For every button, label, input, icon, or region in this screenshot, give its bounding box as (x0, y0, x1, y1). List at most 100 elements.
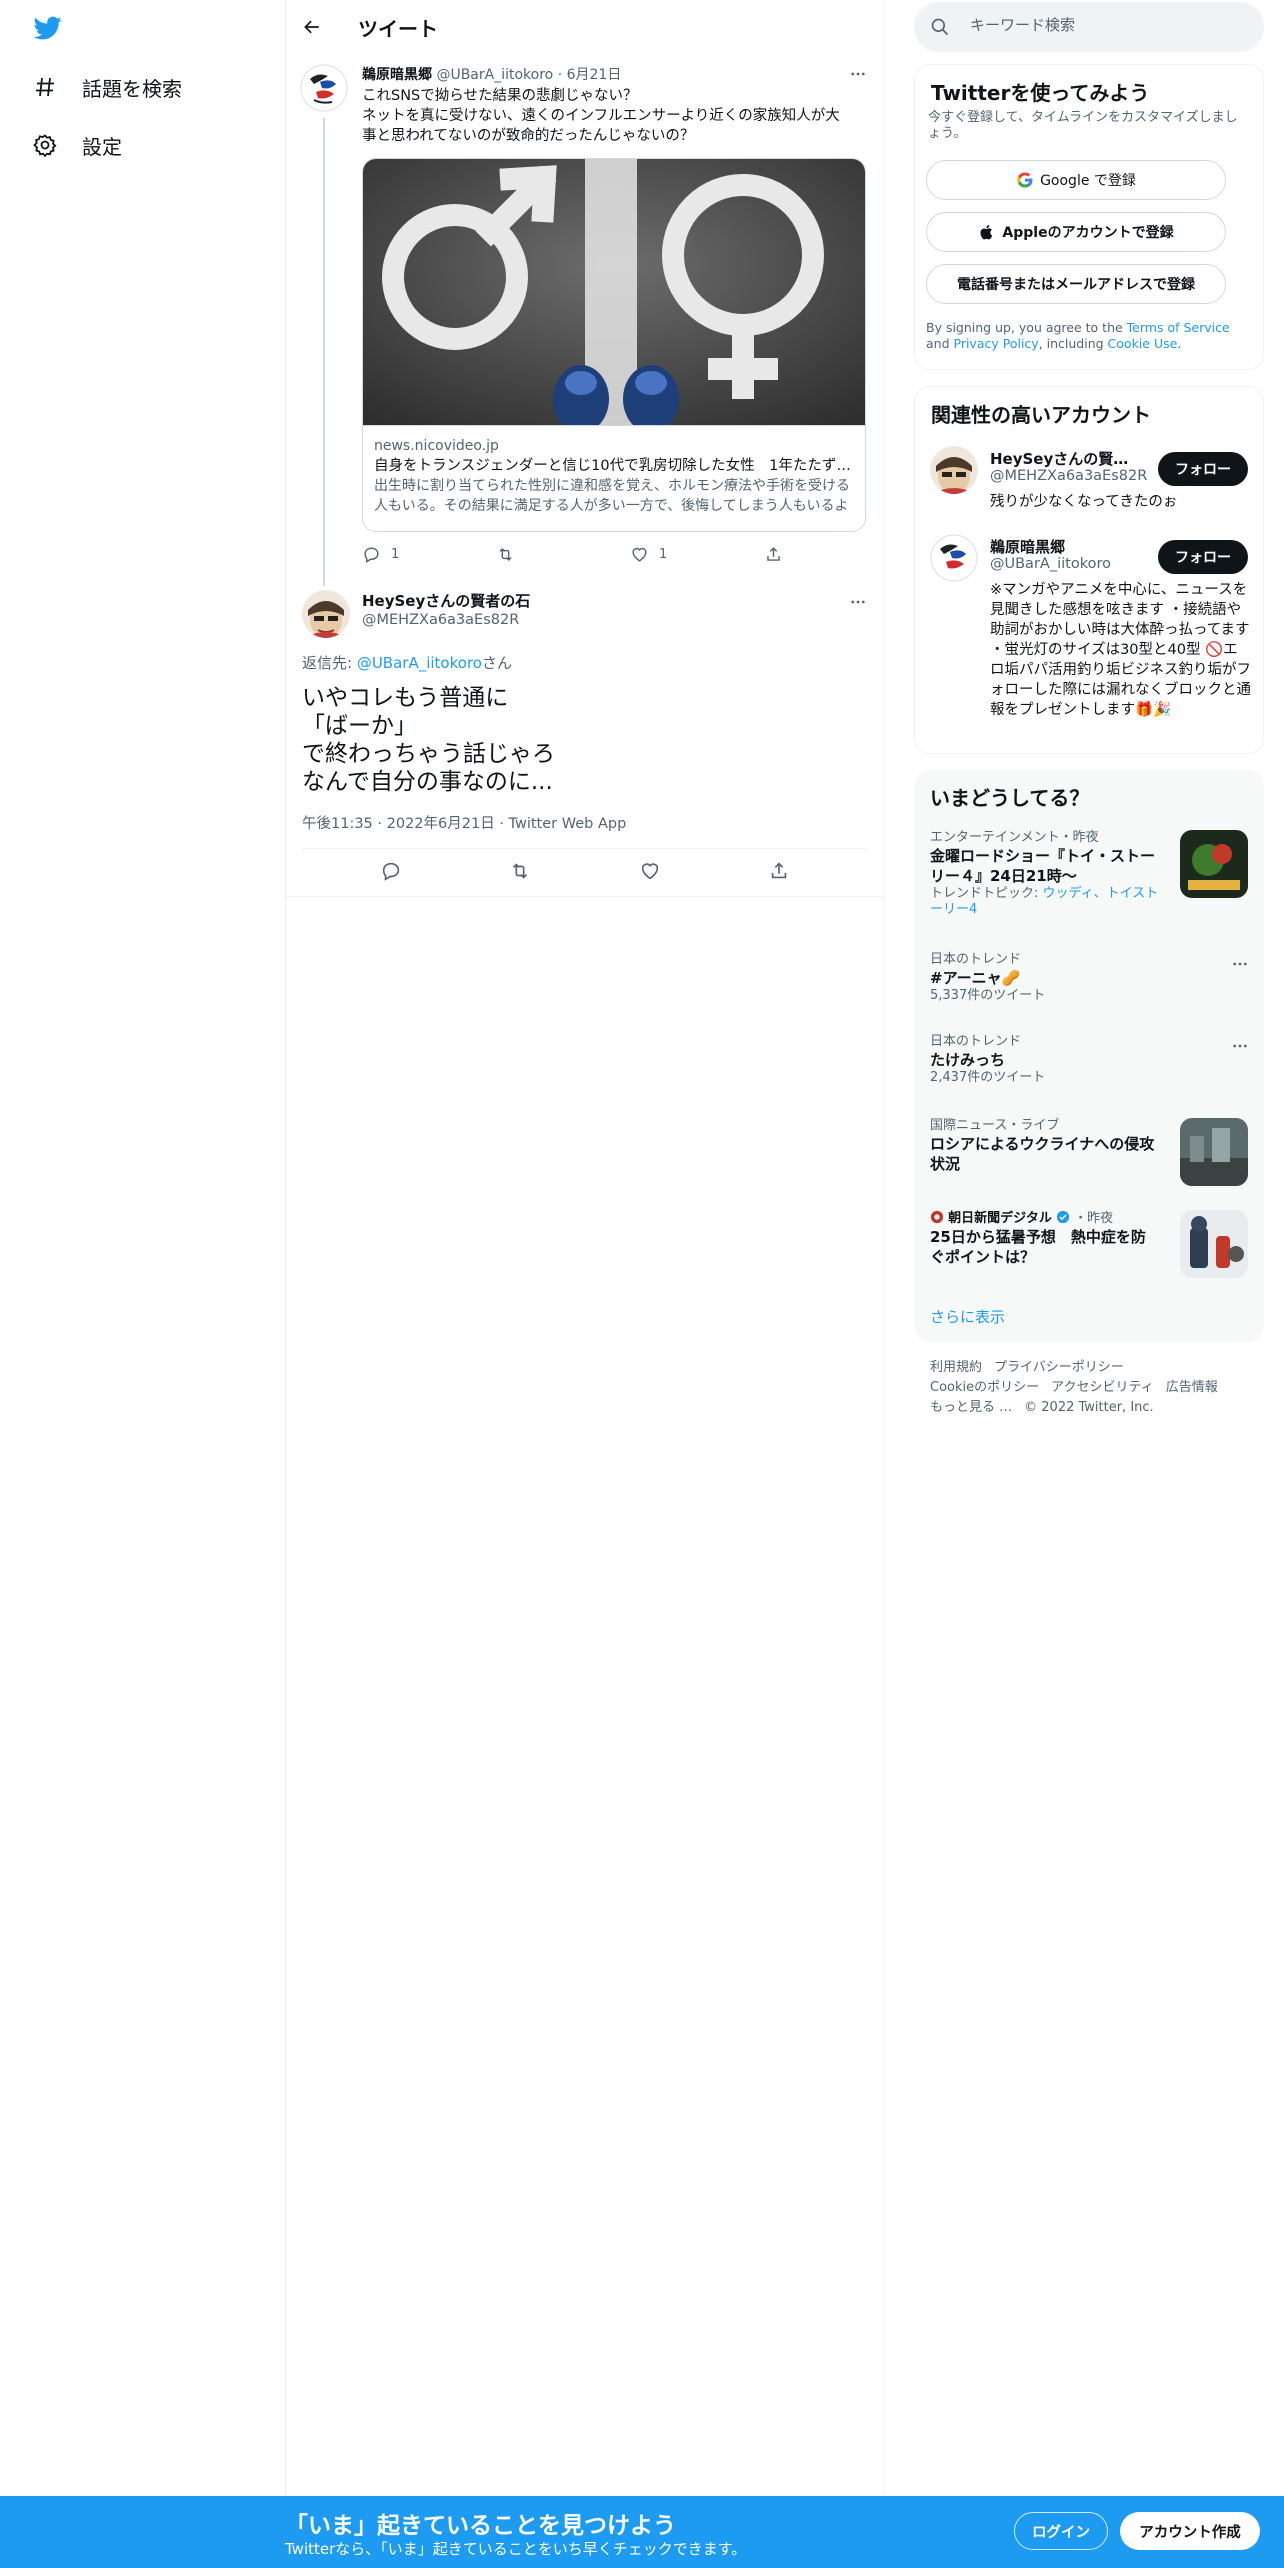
link-card[interactable]: news.nicovideo.jp 自身をトランスジェンダーと信じ10代で乳房切… (362, 158, 866, 532)
show-more-link[interactable]: さらに表示 (930, 1306, 1005, 1327)
copyright: © 2022 Twitter, Inc. (1024, 1400, 1154, 1415)
trend-thumbnail[interactable] (1180, 830, 1248, 898)
like-button[interactable]: 1 (630, 545, 764, 564)
retweet-icon (513, 863, 528, 879)
trend-item[interactable]: 国際ニュース・ライブ ロシアによるウクライナへの侵攻状況 (930, 1118, 1160, 1174)
card-title: 自身をトランスジェンダーと信じ10代で乳房切除した女性 1年たたず後悔も「その時… (374, 458, 856, 474)
author-handle[interactable]: @MEHZXa6a3aEs82R (362, 612, 519, 628)
tweet-text-line: 「ばーか」 (302, 713, 417, 739)
share-icon (767, 547, 780, 561)
trend-topics-prefix: トレンドトピック: (930, 886, 1043, 901)
avatar[interactable] (300, 64, 348, 112)
trend-thumbnail[interactable] (1180, 1118, 1248, 1186)
card-body: news.nicovideo.jp 自身をトランスジェンダーと信じ10代で乳房切… (363, 425, 865, 531)
like-button[interactable] (639, 860, 661, 882)
terms-text: , including (1038, 336, 1108, 351)
reply-icon (364, 547, 379, 563)
tweet-meta: 午後11:35 · 2022年6月21日 · Twitter Web App (302, 812, 626, 833)
follow-button[interactable]: フォロー (1158, 452, 1248, 486)
reply-button[interactable] (380, 860, 402, 882)
phone-email-signup-label: 電話番号またはメールアドレスで登録 (957, 277, 1195, 293)
author-name[interactable]: 鵜原暗黒郷 (362, 67, 432, 83)
apple-icon (978, 223, 996, 241)
follow-button[interactable]: フォロー (1158, 540, 1248, 574)
related-account-handle[interactable]: @MEHZXa6a3aEs82R (990, 468, 1147, 484)
share-icon (772, 862, 787, 879)
footer-link[interactable]: 広告情報 (1166, 1380, 1218, 1395)
trend-meta: 国際ニュース・ライブ (930, 1118, 1060, 1133)
trend-topics: トレンドトピック: ウッディ、トイストーリー4 (930, 886, 1160, 918)
retweet-button[interactable] (509, 860, 531, 882)
avatar[interactable] (930, 534, 978, 582)
google-signup-button[interactable]: Google で登録 (926, 160, 1226, 200)
tweet-time[interactable]: 午後11:35 (302, 816, 373, 832)
related-title: 関連性の高いアカウント (931, 403, 1151, 427)
login-button[interactable]: ログイン (1014, 2512, 1108, 2550)
retweet-button[interactable] (496, 545, 630, 564)
bottom-banner: 「いま」起きていることを見つけよう Twitterなら、「いま」起きていることを… (0, 2496, 1284, 2568)
trend-time: ・昨夜 (1074, 1211, 1114, 1226)
publisher-name[interactable]: 朝日新聞デジタル (948, 1211, 1052, 1226)
reply-to-link[interactable]: @UBarA_iitokoro (357, 654, 482, 672)
signup-button[interactable]: アカウント作成 (1120, 2512, 1260, 2550)
privacy-policy-link[interactable]: Privacy Policy (954, 336, 1039, 351)
tweet-date[interactable]: 2022年6月21日 (387, 816, 495, 832)
nav-settings-label: 設定 (82, 134, 122, 159)
tweet-text-line: ネットを真に受けない、遠くのインフルエンサーより近くの家族知人が大 (362, 108, 840, 124)
divider (286, 896, 884, 897)
gear-icon (32, 132, 58, 158)
more-options-icon[interactable] (846, 62, 870, 86)
share-button[interactable] (768, 860, 790, 882)
author-handle[interactable]: @UBarA_iitokoro (436, 67, 553, 83)
trend-item[interactable]: エンターテインメント・昨夜 金曜ロードショー『トイ・ストーリー４』24日21時〜… (930, 830, 1160, 918)
search-input[interactable] (970, 16, 1250, 34)
apple-signup-label: Appleのアカウントで登録 (1002, 225, 1174, 241)
trend-count: 5,337件のツイート (930, 988, 1046, 1003)
related-account-name[interactable]: HeySeyさんの賢者の石 (990, 448, 1140, 469)
trend-thumbnail[interactable] (1180, 1210, 1248, 1278)
trend-title: 25日から猛暑予想 熱中症を防ぐポイントは？ (930, 1228, 1146, 1266)
banner-title: 「いま」起きていることを見つけよう (285, 2513, 676, 2539)
footer-link[interactable]: Cookieのポリシー (930, 1380, 1039, 1395)
related-account-handle[interactable]: @UBarA_iitokoro (990, 556, 1111, 572)
footer-link[interactable]: プライバシーポリシー (994, 1360, 1124, 1375)
trends-title: いまどうしてる？ (930, 786, 1090, 810)
phone-email-signup-button[interactable]: 電話番号またはメールアドレスで登録 (926, 264, 1226, 304)
cookie-use-link[interactable]: Cookie Use (1108, 336, 1178, 351)
trend-item[interactable]: 日本のトレンド #アーニャ🥜 5,337件のツイート (930, 952, 1248, 1004)
related-account-bio: ※マンガやアニメを中心に、ニュースを見聞きした感想を呟きます ・接続語や助詞がお… (990, 582, 1251, 718)
footer-link[interactable]: 利用規約 (930, 1360, 982, 1375)
nav-settings[interactable]: 設定 (32, 125, 122, 165)
trend-item[interactable]: 朝日新聞デジタル ・昨夜 25日から猛暑予想 熱中症を防ぐポイントは？ (930, 1210, 1160, 1267)
apple-signup-button[interactable]: Appleのアカウントで登録 (926, 212, 1226, 252)
share-button[interactable] (764, 545, 824, 564)
trend-title: 金曜ロードショー『トイ・ストーリー４』24日21時〜 (930, 847, 1156, 885)
avatar[interactable] (930, 446, 978, 494)
footer-link[interactable]: アクセシビリティ (1051, 1380, 1154, 1395)
search-bar[interactable] (914, 2, 1264, 52)
related-account-name[interactable]: 鵜原暗黒郷 (990, 536, 1140, 557)
author-name[interactable]: HeySeyさんの賢者の石 (362, 590, 530, 611)
hashtag-icon (32, 74, 58, 100)
tweet-text-line: いやコレもう普通に (302, 685, 509, 711)
reply-count: 1 (391, 547, 400, 562)
terms-of-service-link[interactable]: Terms of Service (1127, 320, 1230, 335)
trend-item[interactable]: 日本のトレンド たけみっち 2,437件のツイート (930, 1034, 1248, 1086)
back-arrow-icon[interactable] (298, 13, 326, 41)
page-title: ツイート (358, 17, 438, 41)
more-options-icon[interactable] (1228, 952, 1252, 976)
like-count: 1 (659, 547, 668, 562)
card-domain: news.nicovideo.jp (374, 438, 499, 454)
terms-text: By signing up, you agree to the (926, 320, 1127, 335)
footer-link[interactable]: もっと見る … (930, 1400, 1012, 1415)
reply-button[interactable]: 1 (362, 545, 496, 564)
twitter-logo-icon[interactable] (32, 14, 64, 42)
nav-explore[interactable]: 話題を検索 (32, 67, 182, 107)
google-icon (1016, 171, 1034, 189)
avatar[interactable] (302, 590, 350, 638)
more-options-icon[interactable] (1228, 1034, 1252, 1058)
more-options-icon[interactable] (846, 590, 870, 614)
footer-links: 利用規約 プライバシーポリシー Cookieのポリシー アクセシビリティ 広告情報 も… (930, 1358, 1260, 1418)
tweet-date[interactable]: 6月21日 (567, 67, 622, 83)
trend-meta: 日本のトレンド (930, 952, 1022, 967)
